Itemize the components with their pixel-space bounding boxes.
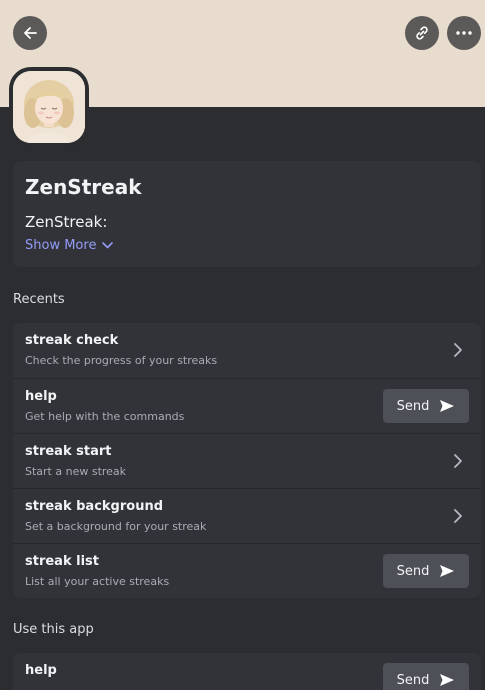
command-name: help: [25, 663, 57, 678]
use-this-app-list: help Send: [13, 653, 481, 690]
command-row-streak-background[interactable]: streak background Set a background for y…: [13, 488, 481, 543]
app-avatar: [13, 71, 85, 143]
send-label: Send: [396, 398, 430, 414]
send-arrow-icon: [440, 674, 455, 686]
app-avatar-frame: [9, 67, 89, 147]
send-button[interactable]: Send: [383, 663, 469, 690]
app-description: ZenStreak:: [25, 213, 108, 231]
back-arrow-icon: [24, 27, 37, 39]
command-row-streak-start[interactable]: streak start Start a new streak: [13, 433, 481, 488]
command-row-help[interactable]: help Send: [13, 653, 481, 690]
chevron-down-icon: [102, 242, 114, 249]
command-description: Check the progress of your streaks: [25, 354, 218, 367]
send-arrow-icon: [440, 565, 455, 577]
use-this-app-heading: Use this app: [13, 622, 94, 637]
command-name: streak list: [25, 554, 99, 569]
show-more-link[interactable]: Show More: [25, 238, 114, 253]
send-button[interactable]: Send: [383, 389, 469, 423]
app-name: ZenStreak: [25, 175, 142, 199]
command-row-streak-check[interactable]: streak check Check the progress of your …: [13, 323, 481, 378]
command-row-streak-list[interactable]: streak list List all your active streaks…: [13, 543, 481, 598]
send-arrow-icon: [440, 400, 455, 412]
command-name: streak background: [25, 499, 164, 514]
link-icon: [416, 26, 428, 40]
show-more-label: Show More: [25, 238, 97, 253]
chevron-right-icon[interactable]: [451, 453, 465, 469]
command-description: List all your active streaks: [25, 575, 170, 588]
recents-list: streak check Check the progress of your …: [13, 323, 481, 598]
command-name: streak start: [25, 444, 112, 459]
more-icon: [456, 31, 472, 35]
command-name: help: [25, 389, 57, 404]
back-button[interactable]: [13, 16, 47, 50]
command-name: streak check: [25, 333, 119, 348]
copy-link-button[interactable]: [405, 16, 439, 50]
send-label: Send: [396, 563, 430, 579]
command-description: Set a background for your streak: [25, 520, 207, 533]
recents-heading: Recents: [13, 292, 65, 307]
more-options-button[interactable]: [447, 16, 481, 50]
command-description: Start a new streak: [25, 465, 127, 478]
chevron-right-icon[interactable]: [451, 342, 465, 358]
send-button[interactable]: Send: [383, 554, 469, 588]
avatar-illustration: [13, 71, 85, 143]
send-label: Send: [396, 672, 430, 688]
app-profile-card: ZenStreak ZenStreak: Show More: [13, 161, 481, 267]
command-description: Get help with the commands: [25, 410, 185, 423]
command-row-help[interactable]: help Get help with the commands Send: [13, 378, 481, 433]
chevron-right-icon[interactable]: [451, 508, 465, 524]
